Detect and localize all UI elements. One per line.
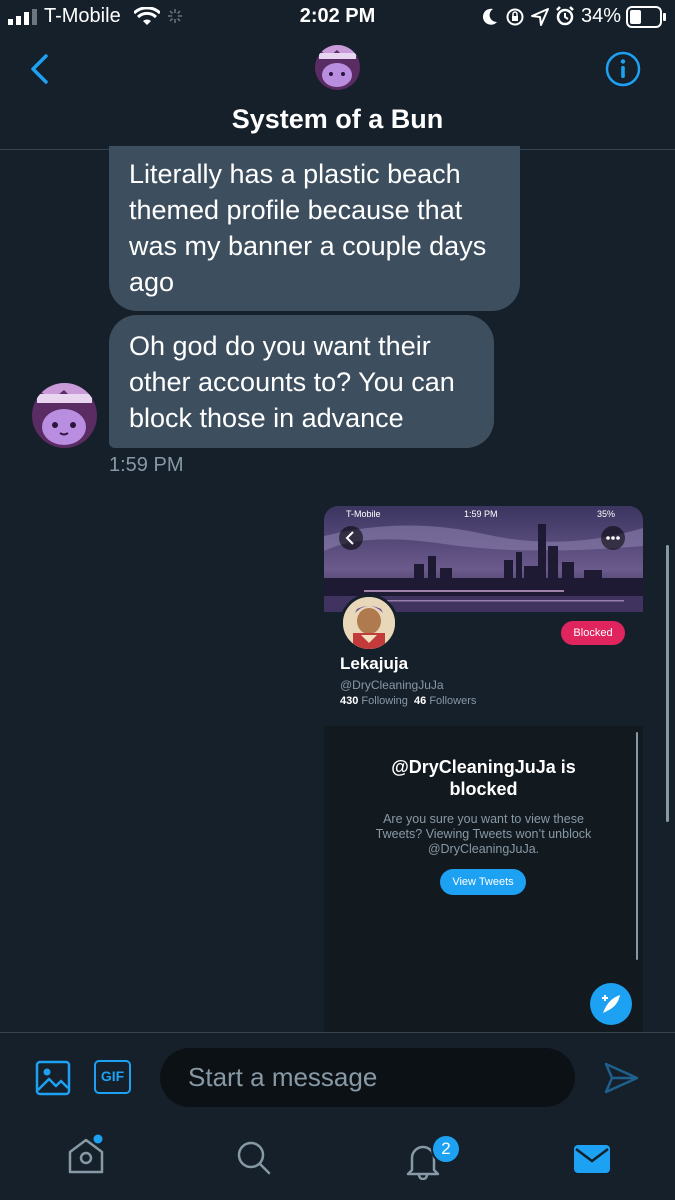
messages-envelope-icon[interactable]: [573, 1144, 611, 1174]
send-icon[interactable]: [603, 1061, 639, 1095]
view-tweets-button: View Tweets: [440, 869, 526, 895]
profile-name: Lekajuja: [340, 654, 409, 673]
message-bubble[interactable]: Literally has a plastic beach themed pro…: [109, 146, 520, 311]
following-count: 430: [340, 695, 359, 707]
shared-image[interactable]: T-Mobile 1:59 PM 35% Blocked Lekajuja @D…: [324, 506, 643, 1032]
battery-icon: [626, 6, 666, 28]
rotation-lock-icon: [506, 8, 524, 26]
follow-stats: 430 Following 46 Followers: [340, 695, 476, 707]
blocked-title: @DryCleaningJuJa is blocked: [391, 757, 576, 799]
image-icon[interactable]: [35, 1060, 71, 1096]
more-icon: [606, 536, 620, 540]
back-arrow-icon[interactable]: [28, 54, 50, 84]
scrollbar[interactable]: [666, 545, 669, 822]
inner-back-button: [339, 526, 363, 550]
alarm-icon: [556, 6, 574, 26]
message-composer: GIF: [0, 1032, 675, 1123]
notifications-badge: 2: [431, 1134, 461, 1164]
inner-more-button: [601, 526, 625, 550]
followers-label: Followers: [429, 695, 477, 707]
message-timestamp: 1:59 PM: [109, 454, 184, 476]
followers-count: 46: [414, 695, 427, 707]
conversation-title: System of a Bun: [231, 104, 444, 134]
inner-status-bar: T-Mobile 1:59 PM 35%: [324, 506, 643, 524]
inner-carrier: T-Mobile: [346, 509, 381, 519]
profile-avatar: [340, 594, 398, 652]
following-label: Following: [361, 695, 408, 707]
info-icon[interactable]: [605, 51, 641, 87]
moon-icon: [482, 8, 497, 25]
profile-handle: @DryCleaningJuJa: [340, 678, 444, 692]
back-arrow-icon: [345, 531, 354, 545]
message-bubble[interactable]: Oh god do you want their other accounts …: [109, 315, 494, 448]
blocked-notice-panel: @DryCleaningJuJa is blocked Are you sure…: [324, 726, 643, 1032]
sender-avatar[interactable]: [32, 383, 97, 448]
inner-clock: 1:59 PM: [464, 509, 498, 519]
conversation-header: System of a Bun: [0, 34, 675, 150]
compose-tweet-button: [590, 983, 632, 1025]
search-icon[interactable]: [236, 1140, 272, 1178]
avatar-image: [315, 45, 360, 90]
tab-bar: [0, 1122, 675, 1200]
gif-button[interactable]: GIF: [94, 1060, 131, 1094]
battery-percentage: 34%: [581, 5, 622, 27]
inner-battery: 35%: [597, 509, 616, 519]
blocked-button: Blocked: [561, 621, 625, 645]
home-icon[interactable]: [66, 1134, 106, 1174]
location-icon: [531, 8, 549, 26]
message-input[interactable]: [160, 1048, 575, 1107]
status-bar: T-Mobile 2:02 PM 34%: [0, 0, 675, 34]
feather-plus-icon: [602, 995, 620, 1013]
inner-scrollbar: [636, 732, 638, 960]
conversation-avatar[interactable]: [315, 45, 360, 90]
blocked-description: Are you sure you want to view these Twee…: [375, 812, 592, 856]
avatar-image: [343, 597, 395, 649]
avatar-image: [32, 383, 97, 448]
